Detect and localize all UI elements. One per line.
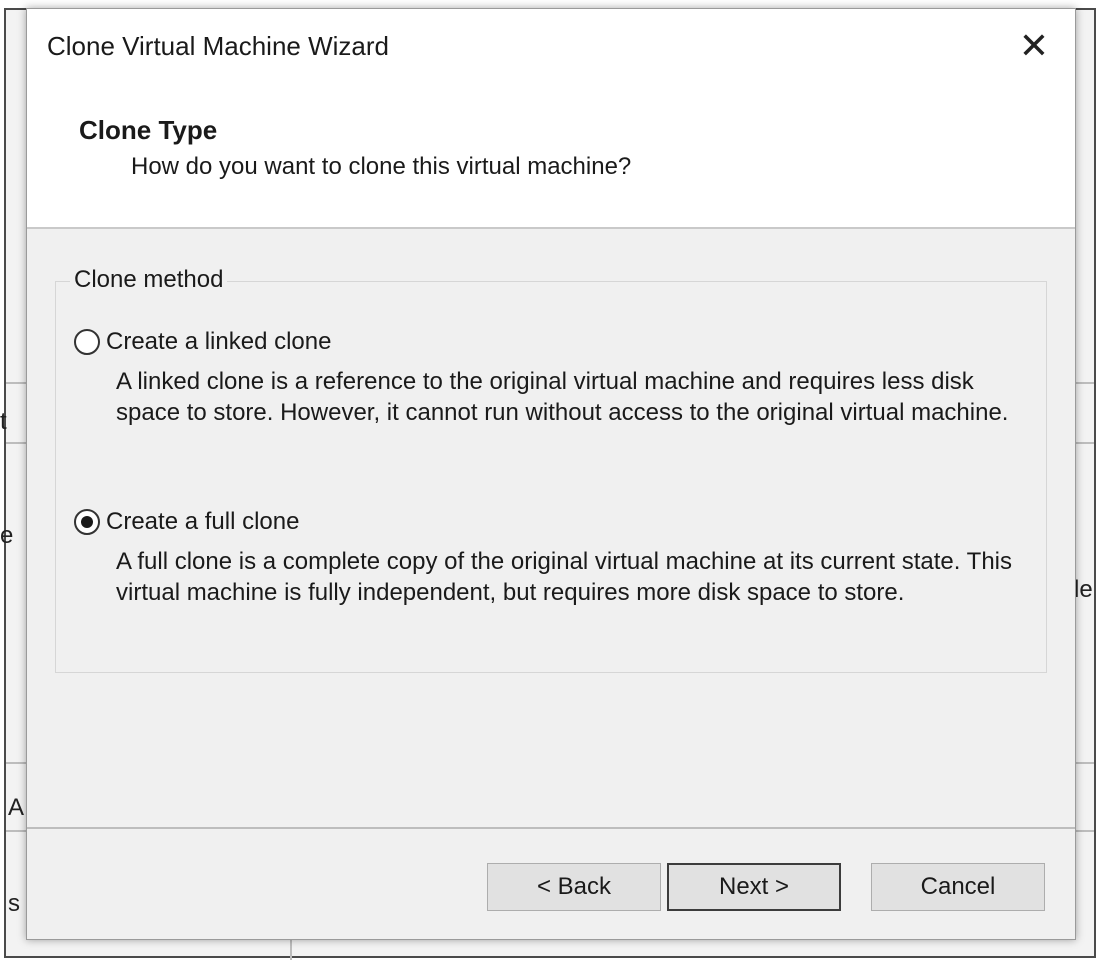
full-clone-radio-option[interactable]: Create a full clone <box>74 508 299 536</box>
linked-clone-radio-option[interactable]: Create a linked clone <box>74 328 331 356</box>
title-bar: Clone Virtual Machine Wizard ✕ <box>27 9 1075 85</box>
page-title: Clone Type <box>79 115 218 145</box>
group-legend: Clone method <box>70 266 228 294</box>
background-text-fragment: s <box>8 890 20 917</box>
background-text-fragment: t <box>0 408 7 435</box>
next-button[interactable]: Next > <box>667 863 841 911</box>
background-text-fragment: A <box>8 794 25 821</box>
close-button[interactable]: ✕ <box>1011 23 1057 69</box>
cancel-button[interactable]: Cancel <box>871 863 1045 911</box>
wizard-header: Clone Type How do you want to clone this… <box>27 85 1075 229</box>
clone-wizard-dialog: Clone Virtual Machine Wizard ✕ Clone Typ… <box>26 8 1076 940</box>
screenshot-frame: t e A s le Clone Virtual Machine Wizard … <box>0 0 1100 965</box>
linked-clone-description: A linked clone is a reference to the ori… <box>116 368 1009 426</box>
window-title: Clone Virtual Machine Wizard <box>47 31 389 61</box>
full-clone-radio[interactable] <box>74 509 100 535</box>
back-button[interactable]: < Back <box>487 863 661 911</box>
radio-selected-dot <box>81 516 93 528</box>
full-clone-label[interactable]: Create a full clone <box>106 508 299 536</box>
background-text-fragment: e <box>0 522 14 549</box>
background-divider <box>290 940 292 960</box>
linked-clone-label[interactable]: Create a linked clone <box>106 328 331 356</box>
clone-method-group: Clone method Create a linked clone A lin… <box>55 266 1047 673</box>
background-text-fragment: le <box>1074 576 1093 603</box>
linked-clone-radio[interactable] <box>74 329 100 355</box>
footer-divider <box>27 827 1075 829</box>
full-clone-description: A full clone is a complete copy of the o… <box>116 548 1012 606</box>
page-subtitle: How do you want to clone this virtual ma… <box>131 153 632 180</box>
close-icon: ✕ <box>1018 25 1050 66</box>
